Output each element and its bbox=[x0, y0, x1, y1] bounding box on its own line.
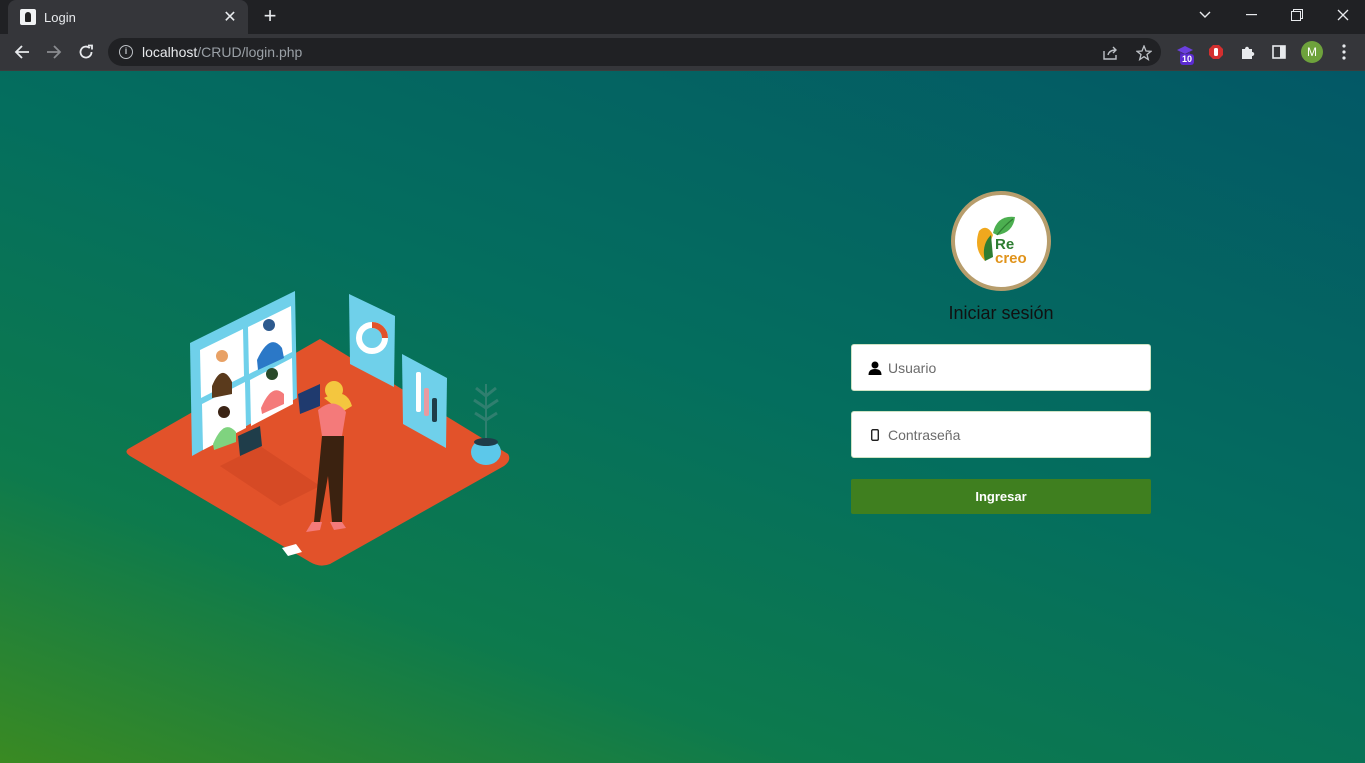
browser-tab[interactable]: Login ✕ bbox=[8, 0, 248, 34]
browser-titlebar: Login ✕ + bbox=[0, 0, 1365, 34]
tab-title: Login bbox=[44, 9, 76, 25]
close-window-button[interactable] bbox=[1320, 0, 1365, 30]
tab-close-icon[interactable]: ✕ bbox=[218, 7, 242, 27]
recreo-logo-mark-icon: Re creo bbox=[977, 216, 1027, 267]
url-host: localhost bbox=[142, 44, 198, 60]
share-icon[interactable] bbox=[1102, 44, 1120, 62]
site-info-icon[interactable]: i bbox=[119, 45, 133, 59]
tab-search-chevron-icon[interactable] bbox=[1182, 0, 1228, 30]
username-field[interactable] bbox=[851, 344, 1151, 391]
address-bar[interactable]: i localhost/CRUD/login.php bbox=[108, 38, 1161, 66]
login-page: Re creo Iniciar sesión Ingresar bbox=[0, 71, 1365, 763]
forward-arrow-icon[interactable] bbox=[41, 39, 67, 65]
browser-toolbar: i localhost/CRUD/login.php 10 M bbox=[0, 34, 1365, 71]
username-input[interactable] bbox=[888, 359, 1138, 376]
recreo-logo: Re creo bbox=[951, 191, 1051, 291]
login-submit-button[interactable]: Ingresar bbox=[851, 479, 1151, 514]
page-favicon-icon bbox=[20, 9, 36, 25]
restore-button[interactable] bbox=[1274, 0, 1320, 30]
minimize-button[interactable] bbox=[1228, 0, 1274, 30]
new-tab-button[interactable]: + bbox=[258, 5, 282, 29]
adblock-hand-extension-icon[interactable] bbox=[1206, 42, 1226, 62]
side-panel-icon[interactable] bbox=[1269, 42, 1289, 62]
address-url: localhost/CRUD/login.php bbox=[142, 44, 302, 60]
password-input[interactable] bbox=[888, 426, 1138, 443]
reload-icon[interactable] bbox=[73, 39, 99, 65]
menu-kebab-icon[interactable] bbox=[1334, 42, 1354, 62]
extension-badge: 10 bbox=[1180, 54, 1195, 65]
url-path: /CRUD/login.php bbox=[197, 44, 303, 60]
mobile-phone-icon bbox=[868, 428, 882, 442]
logo-text-bottom: creo bbox=[995, 250, 1027, 267]
password-field[interactable] bbox=[851, 411, 1151, 458]
extensions-puzzle-icon[interactable] bbox=[1238, 42, 1258, 62]
back-arrow-icon[interactable] bbox=[9, 39, 35, 65]
bookmark-star-icon[interactable] bbox=[1135, 44, 1153, 62]
profile-avatar[interactable]: M bbox=[1301, 41, 1323, 63]
video-conference-illustration bbox=[126, 291, 510, 566]
login-title: Iniciar sesión bbox=[948, 303, 1054, 323]
user-icon bbox=[868, 361, 882, 375]
